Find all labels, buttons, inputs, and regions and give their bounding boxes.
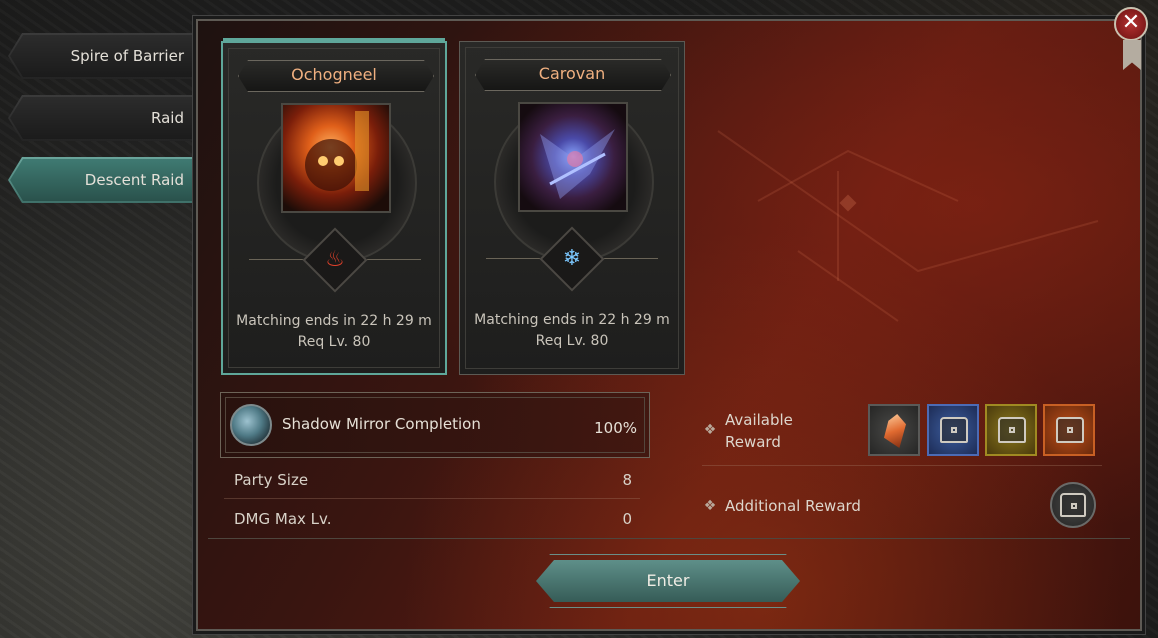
stat-dmg-max-level: DMG Max Lv. 0 xyxy=(222,500,642,538)
yellow-chest-icon xyxy=(998,417,1026,443)
boss-portrait xyxy=(281,103,391,213)
matching-time: Matching ends in 22 h 29 m xyxy=(474,312,670,328)
required-level: Req Lv. 80 xyxy=(297,334,371,350)
close-button[interactable]: ✕ xyxy=(1114,7,1148,41)
matching-time: Matching ends in 22 h 29 m xyxy=(236,313,432,329)
tab-label: Raid xyxy=(151,109,184,127)
boss-name: Carovan xyxy=(538,64,606,83)
available-reward-line2: Reward xyxy=(725,433,781,451)
tab-raid[interactable]: Raid xyxy=(8,95,194,141)
divider-line xyxy=(359,259,421,260)
boss-name: Ochogneel xyxy=(291,65,377,84)
close-icon: ✕ xyxy=(1121,10,1141,35)
boss-portrait xyxy=(518,102,628,212)
required-level: Req Lv. 80 xyxy=(535,333,609,349)
completion-label: Shadow Mirror Completion xyxy=(282,415,481,433)
tab-label: Spire of Barrier xyxy=(70,47,184,65)
additional-reward-slot[interactable] xyxy=(1050,482,1096,528)
fragment-icon xyxy=(884,414,906,448)
reward-slot-blue-chest[interactable] xyxy=(927,404,979,456)
blue-chest-icon xyxy=(940,417,968,443)
boss-figure xyxy=(305,111,369,191)
available-reward-line1: Available xyxy=(725,411,793,429)
boss-figure xyxy=(540,129,615,199)
diamond-bullet-icon: ❖ xyxy=(703,422,717,438)
divider xyxy=(702,465,1102,466)
boss-card-ochogneel[interactable]: Ochogneel ♨ Matching ends in 22 h 29 m R… xyxy=(221,38,447,375)
flame-icon: ♨ xyxy=(325,247,345,272)
tab-descent-raid[interactable]: Descent Raid xyxy=(8,157,194,203)
tab-spire-of-barrier[interactable]: Spire of Barrier xyxy=(8,33,194,79)
stat-party-size: Party Size 8 xyxy=(222,461,642,499)
completion-value: 100% xyxy=(594,419,637,437)
stat-label: Party Size xyxy=(234,471,309,489)
reward-slot-yellow-chest[interactable] xyxy=(985,404,1037,456)
orange-chest-icon xyxy=(1056,417,1084,443)
shadow-mirror-completion: Shadow Mirror Completion 100% xyxy=(220,392,650,458)
shadow-mirror-icon xyxy=(230,404,272,446)
reward-slot-orange-chest[interactable] xyxy=(1043,404,1095,456)
divider xyxy=(224,498,640,499)
stat-value: 8 xyxy=(622,471,632,489)
available-reward-label: Available Reward xyxy=(725,409,793,453)
chest-icon xyxy=(1060,493,1086,517)
panel-divider xyxy=(208,538,1130,539)
diamond-bullet-icon: ❖ xyxy=(703,498,717,514)
reward-slot-fragment[interactable] xyxy=(868,404,920,456)
selection-indicator xyxy=(223,38,445,42)
enter-button[interactable]: Enter xyxy=(536,560,800,602)
stat-label: DMG Max Lv. xyxy=(234,510,332,528)
snowflake-icon: ❄ xyxy=(562,246,582,271)
boss-card-carovan[interactable]: Carovan ❄ Matching ends in 22 h 29 m Req… xyxy=(459,41,685,375)
divider-line xyxy=(596,258,658,259)
stat-value: 0 xyxy=(622,510,632,528)
tab-label: Descent Raid xyxy=(84,171,184,189)
additional-reward-label: Additional Reward xyxy=(725,497,861,515)
